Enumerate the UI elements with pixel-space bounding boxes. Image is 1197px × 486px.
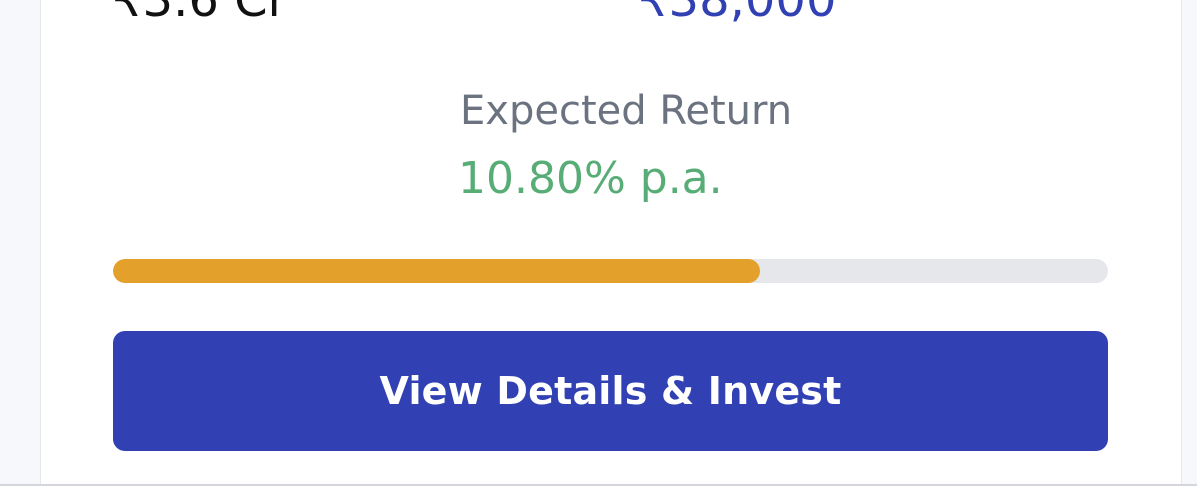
funding-progress-track <box>113 259 1108 283</box>
view-details-invest-button[interactable]: View Details & Invest <box>113 331 1108 451</box>
funding-progress-fill <box>113 259 760 283</box>
investment-screen: ₹3.6 Cr ₹38,000 Expected Return 10.80% p… <box>0 0 1197 486</box>
expected-return-value: 10.80% p.a. <box>458 153 723 204</box>
investment-left-stat: ₹3.6 Cr <box>112 0 288 28</box>
expected-return-label: Expected Return <box>460 88 793 134</box>
investment-right-stat: ₹38,000 <box>638 0 837 28</box>
